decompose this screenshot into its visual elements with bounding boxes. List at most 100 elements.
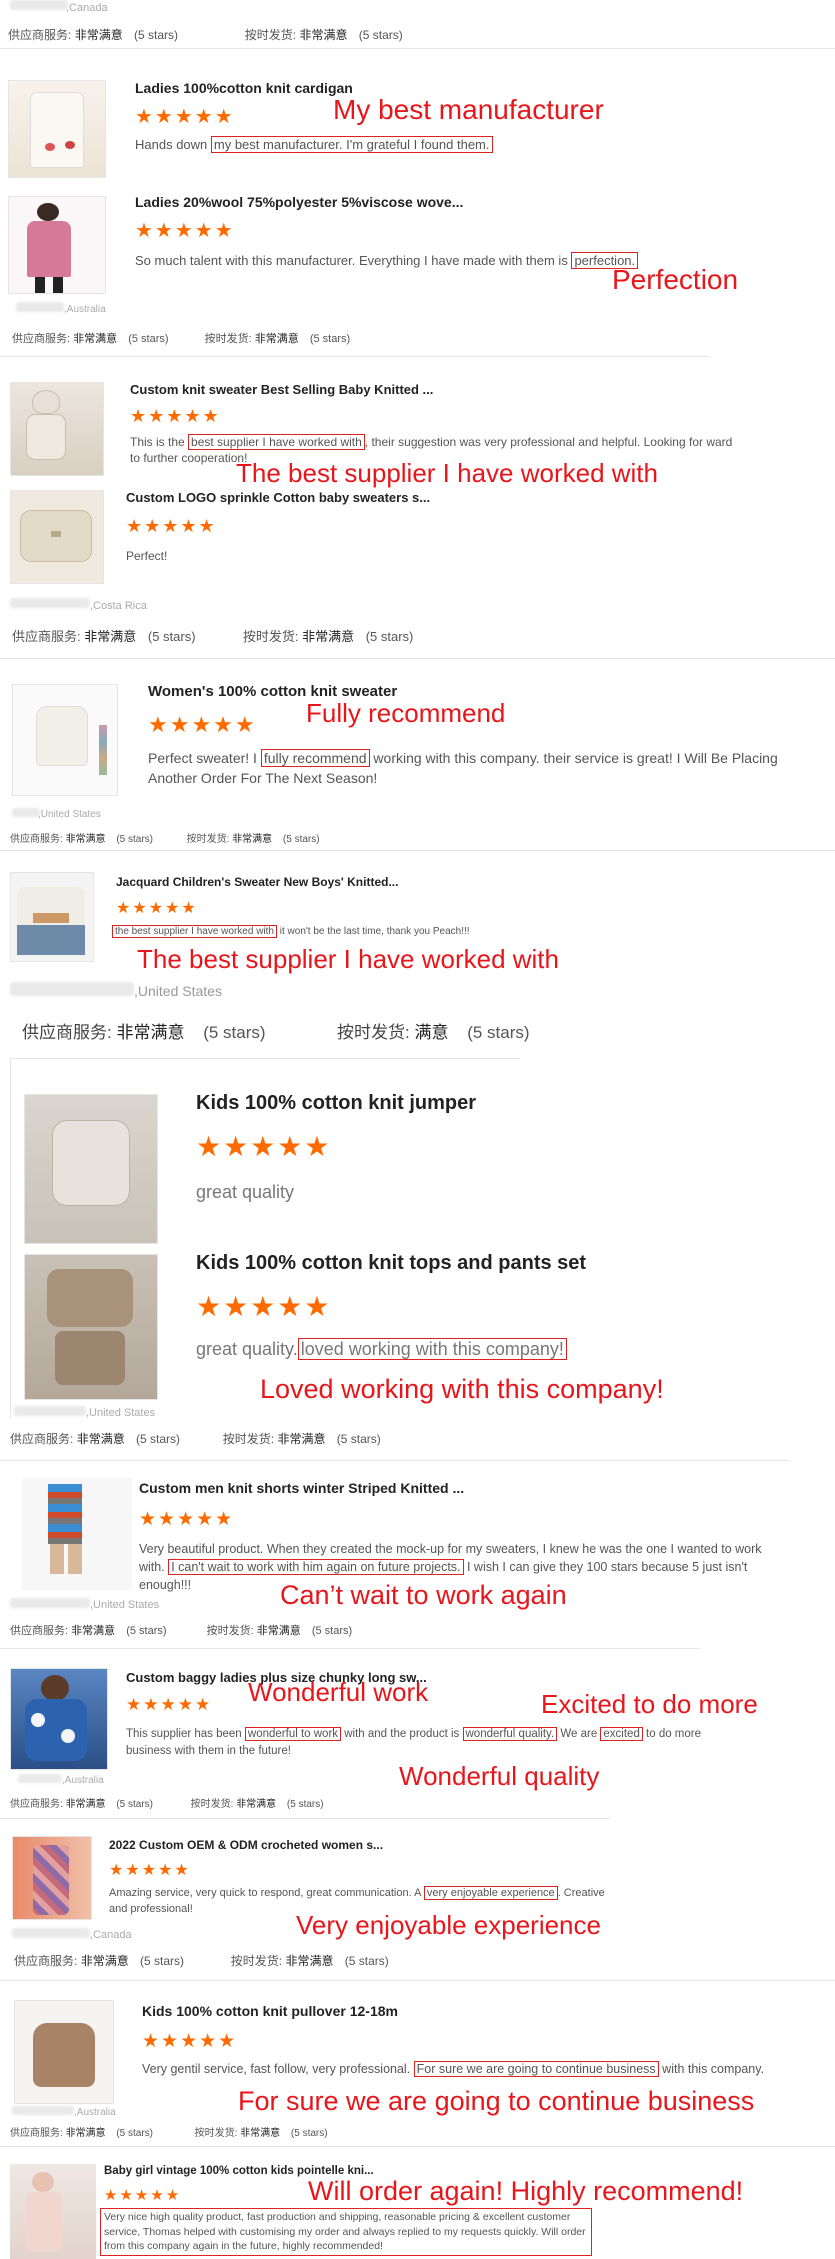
annotation-label: The best supplier I have worked with bbox=[137, 944, 559, 974]
review-text: This supplier has been wonderful to work… bbox=[126, 1727, 702, 1757]
product-title[interactable]: Ladies 20%wool 75%polyester 5%viscose wo… bbox=[135, 194, 463, 210]
review-text: Perfect sweater! I fully recommend worki… bbox=[148, 749, 778, 787]
product-thumbnail[interactable] bbox=[10, 872, 94, 962]
product-thumbnail[interactable] bbox=[10, 382, 104, 476]
review-text: Very gentil service, fast follow, very p… bbox=[142, 2061, 765, 2077]
rating-row: 供应商服务: 非常满意 (5 stars) 按时发货: 非常满意 (5 star… bbox=[12, 333, 351, 345]
highlight-box: excited bbox=[600, 1727, 643, 1741]
reviewer-country: ,Australia bbox=[62, 1775, 104, 1786]
highlight-box: wonderful to work bbox=[244, 1727, 342, 1741]
service-stars: (5 stars) bbox=[134, 28, 179, 42]
review-text: Hands down my best manufacturer. I'm gra… bbox=[135, 136, 815, 154]
annotation-label: Loved working with this company! bbox=[260, 1374, 664, 1404]
star-rating: ★★★★★ bbox=[126, 1695, 213, 1714]
product-thumbnail[interactable] bbox=[8, 80, 106, 178]
product-thumbnail[interactable] bbox=[14, 2000, 114, 2104]
product-thumbnail[interactable] bbox=[10, 490, 104, 584]
reviewer-country: ,United States bbox=[134, 983, 222, 999]
rating-row: 供应商服务: 非常满意 (5 stars) 按时发货: 非常满意 (5 star… bbox=[10, 1625, 353, 1637]
star-rating: ★★★★★ bbox=[104, 2187, 182, 2204]
reviewer-name-blurred bbox=[16, 302, 64, 312]
rating-row: 供应商服务: 非常满意 (5 stars) 按时发货: 非常满意 (5 star… bbox=[14, 1954, 389, 1968]
star-rating: ★★★★★ bbox=[139, 1509, 235, 1530]
service-label: 供应商服务: bbox=[8, 28, 72, 42]
divider bbox=[10, 1058, 520, 1059]
star-rating: ★★★★★ bbox=[130, 406, 221, 426]
product-thumbnail[interactable] bbox=[10, 1668, 108, 1770]
delivery-label: 按时发货: bbox=[244, 28, 297, 42]
star-rating: ★★★★★ bbox=[142, 2031, 238, 2052]
reviewer-name-blurred bbox=[12, 808, 40, 817]
divider bbox=[0, 2146, 835, 2147]
divider bbox=[0, 48, 835, 49]
reviewer-name-blurred bbox=[12, 2106, 74, 2115]
rating-row: 供应商服务: 非常满意 (5 stars) 按时发货: 非常满意 (5 star… bbox=[10, 2128, 328, 2139]
divider bbox=[0, 850, 835, 851]
star-rating: ★★★★★ bbox=[109, 1862, 191, 1879]
divider bbox=[0, 1460, 790, 1461]
highlight-box: wonderful quality. bbox=[462, 1727, 558, 1741]
product-thumbnail[interactable] bbox=[10, 2164, 96, 2259]
product-title[interactable]: Custom LOGO sprinkle Cotton baby sweater… bbox=[126, 490, 430, 505]
highlight-box: best supplier I have worked with bbox=[188, 434, 365, 450]
star-rating: ★★★★★ bbox=[126, 516, 217, 536]
product-thumbnail[interactable] bbox=[12, 1836, 92, 1920]
highlight-box: my best manufacturer. I'm grateful I fou… bbox=[210, 136, 493, 153]
reviewer-name-blurred bbox=[10, 1598, 90, 1608]
reviewer-name-blurred bbox=[10, 598, 90, 608]
annotation-label: Wonderful quality bbox=[399, 1761, 600, 1791]
service-value: 非常满意 bbox=[74, 28, 123, 42]
annotation-label: Wonderful work bbox=[248, 1677, 429, 1707]
delivery-stars: (5 stars) bbox=[358, 28, 403, 42]
reviewer-name-blurred bbox=[14, 1406, 86, 1416]
annotation-label: Will order again! Highly recommend! bbox=[308, 2176, 744, 2206]
reviewer-name-blurred bbox=[18, 1774, 62, 1783]
highlight-box: I can't wait to work with him again on f… bbox=[168, 1559, 464, 1576]
product-thumbnail[interactable] bbox=[24, 1094, 158, 1244]
annotation-label: For sure we are going to continue busine… bbox=[238, 2086, 755, 2116]
product-thumbnail[interactable] bbox=[8, 196, 106, 294]
highlight-box: very enjoyable experience bbox=[423, 1886, 558, 1900]
product-title[interactable]: Kids 100% cotton knit jumper bbox=[196, 1092, 476, 1115]
reviewer-name-blurred bbox=[10, 0, 68, 10]
product-title[interactable]: Kids 100% cotton knit tops and pants set bbox=[196, 1252, 586, 1275]
reviewer-country: ,Costa Rica bbox=[90, 600, 147, 612]
rating-row: 供应商服务: 非常满意 (5 stars) 按时发货: 满意 (5 stars) bbox=[22, 1023, 530, 1042]
product-thumbnail[interactable] bbox=[24, 1254, 158, 1400]
annotation-label: Very enjoyable experience bbox=[296, 1910, 601, 1940]
divider bbox=[10, 1058, 11, 1418]
divider bbox=[0, 1980, 835, 1981]
highlight-box: fully recommend bbox=[260, 749, 370, 767]
highlight-box: For sure we are going to continue busine… bbox=[413, 2061, 659, 2077]
star-rating: ★★★★★ bbox=[196, 1131, 332, 1162]
star-rating: ★★★★★ bbox=[148, 712, 257, 737]
review-text: Perfect! bbox=[126, 549, 168, 563]
rating-row: 供应商服务: 非常满意 (5 stars) 按时发货: 非常满意 (5 star… bbox=[10, 834, 320, 845]
divider bbox=[0, 658, 835, 659]
product-title[interactable]: Custom knit sweater Best Selling Baby Kn… bbox=[130, 382, 433, 397]
rating-row: 供应商服务: 非常满意 (5 stars) 按时发货: 非常满意 (5 star… bbox=[12, 629, 414, 644]
annotation-label: The best supplier I have worked with bbox=[236, 458, 658, 488]
reviewer-country: ,Australia bbox=[64, 304, 106, 315]
product-thumbnail[interactable] bbox=[22, 1478, 132, 1590]
reviewer-country: ,Australia bbox=[74, 2107, 116, 2118]
rating-row: 供应商服务: 非常满意 (5 stars) 按时发货: 非常满意 (5 star… bbox=[8, 26, 403, 43]
annotation-label: My best manufacturer bbox=[333, 94, 604, 125]
product-title[interactable]: Custom men knit shorts winter Striped Kn… bbox=[139, 1480, 464, 1496]
highlight-box: the best supplier I have worked with bbox=[112, 925, 277, 938]
product-title[interactable]: Kids 100% cotton knit pullover 12-18m bbox=[142, 2003, 398, 2019]
star-rating: ★★★★★ bbox=[116, 900, 198, 917]
review-text: the best supplier I have worked with it … bbox=[112, 925, 470, 939]
annotation-label: Fully recommend bbox=[306, 698, 506, 728]
divider bbox=[0, 1818, 610, 1819]
product-thumbnail[interactable] bbox=[12, 684, 118, 796]
reviewer-country: ,United States bbox=[86, 1407, 156, 1419]
divider bbox=[0, 1648, 700, 1649]
product-title[interactable]: 2022 Custom OEM & ODM crocheted women s.… bbox=[109, 1838, 383, 1852]
product-title[interactable]: Jacquard Children's Sweater New Boys' Kn… bbox=[116, 875, 398, 889]
product-title[interactable]: Ladies 100%cotton knit cardigan bbox=[135, 80, 353, 96]
annotation-label: Excited to do more bbox=[541, 1689, 758, 1719]
reviewer-name-blurred bbox=[10, 982, 134, 996]
rating-row: 供应商服务: 非常满意 (5 stars) 按时发货: 非常满意 (5 star… bbox=[10, 1799, 324, 1810]
reviewer-country: ,Canada bbox=[66, 2, 108, 14]
